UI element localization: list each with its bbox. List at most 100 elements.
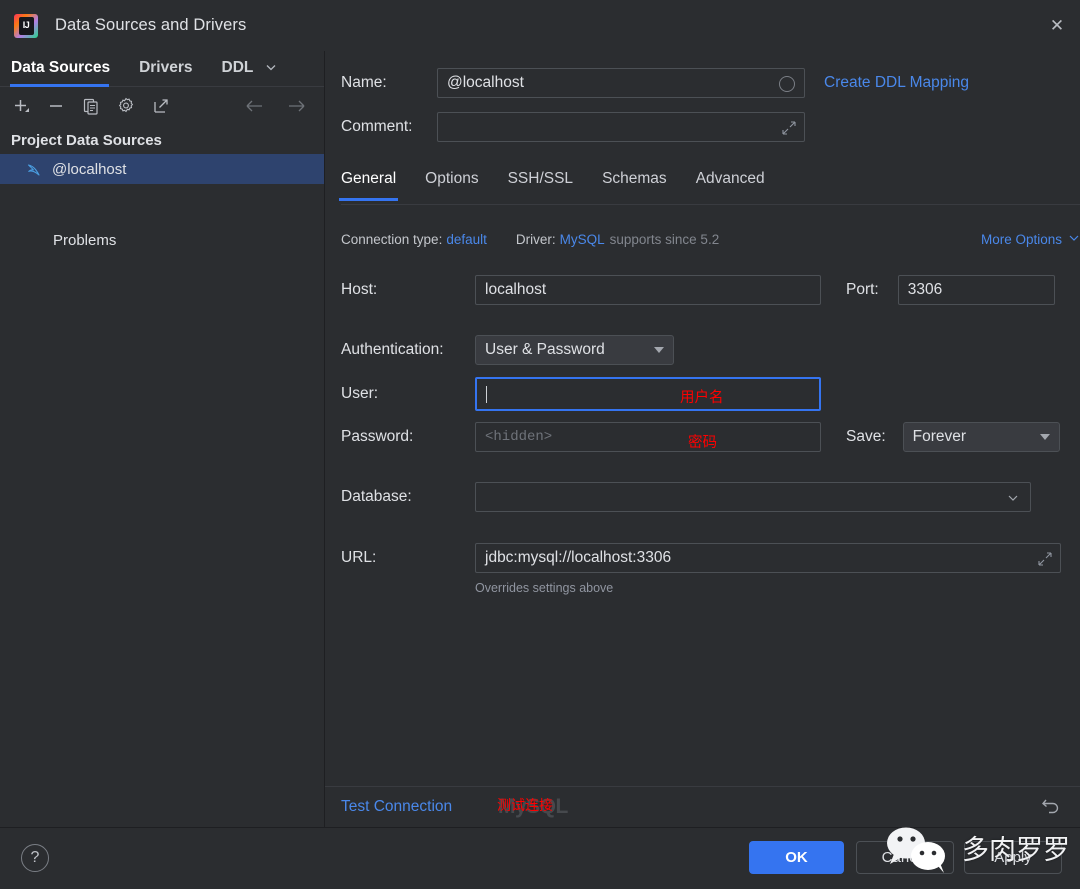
undo-arrow-icon[interactable] [1041,795,1063,820]
save-select-value: Forever [912,428,967,445]
external-link-icon[interactable] [150,95,172,117]
navigation-arrows [244,95,308,117]
sidebar-item-problems[interactable]: Problems [0,225,324,255]
password-input[interactable]: <hidden> [475,422,821,452]
more-options-button[interactable]: More Options [981,232,1080,247]
comment-row: Comment: [341,112,805,142]
host-input[interactable]: localhost [475,275,821,305]
chevron-down-icon[interactable] [264,60,278,86]
connection-type-label: Connection type: [341,232,443,247]
sidebar-tab-drivers[interactable]: Drivers [139,59,205,86]
driver-note: supports since 5.2 [609,232,720,247]
database-input[interactable] [475,482,1031,512]
authentication-select-value: User & Password [485,341,605,358]
question-mark-icon[interactable]: ? [21,844,49,872]
password-placeholder: <hidden> [485,429,553,445]
tab-advanced-label: Advanced [695,170,765,187]
intellij-idea-logo-icon: IJ [14,13,38,38]
save-select[interactable]: Forever [902,422,1060,452]
chevron-down-icon [654,347,664,353]
sidebar-toolbar [0,87,324,125]
port-label: Port: [846,281,879,298]
tab-advanced[interactable]: Advanced [696,168,765,200]
apply-button[interactable]: Apply [964,841,1062,874]
dialog-bottom-bar: ? OK Cancel Apply [0,827,1080,889]
arrow-left-icon[interactable] [244,95,266,117]
sidebar-tab-bar: Data Sources Drivers DDL [0,51,324,87]
port-input-value: 3306 [907,281,943,298]
title-bar: IJ Data Sources and Drivers ✕ [0,0,1080,51]
user-label: User: [341,385,379,402]
tab-general[interactable]: General [338,168,399,201]
chevron-down-icon [1039,434,1050,440]
sidebar-tab-data-sources-label: Data Sources [11,59,111,76]
sidebar-tab-ddl-label: DDL [221,59,254,76]
panel-footer: Test Connection [325,786,1080,827]
host-row: Host: localhost Port: 3306 [341,275,1055,305]
database-label: Database: [341,488,412,505]
annotation-password: 密码 [688,435,717,451]
ok-button[interactable]: OK [749,841,844,874]
tab-schemas[interactable]: Schemas [602,168,667,200]
data-sources-and-drivers-dialog: IJ Data Sources and Drivers ✕ Data Sourc… [0,0,1080,889]
test-connection-link[interactable]: Test Connection [341,798,452,816]
create-ddl-mapping-link[interactable]: Create DDL Mapping [824,74,969,92]
cancel-button[interactable]: Cancel [856,841,954,874]
sidebar-item-problems-label: Problems [53,231,117,249]
driver-label: Driver: [515,232,556,247]
url-input[interactable]: jdbc:mysql://localhost:3306 [475,543,1061,573]
name-label: Name: [341,74,387,91]
password-label: Password: [341,428,414,445]
name-row: Name: @localhost Create DDL Mapping [341,68,969,98]
mysql-dolphin-icon [26,161,43,178]
connection-info-row: Connection type: default Driver: MySQL s… [341,232,1080,247]
sidebar-tab-ddl[interactable]: DDL [222,59,262,86]
authentication-row: Authentication: User & Password [341,335,674,365]
sidebar-tab-drivers-label: Drivers [139,59,193,76]
gear-icon[interactable] [115,95,137,117]
sidebar-item-localhost[interactable]: @localhost [0,154,324,184]
name-input-value: @localhost [447,74,524,91]
comment-label: Comment: [341,118,413,135]
save-label: Save: [846,428,886,445]
sidebar-item-localhost-label: @localhost [52,160,127,178]
expand-icon[interactable] [782,121,796,140]
url-input-value: jdbc:mysql://localhost:3306 [485,549,672,566]
url-row: URL: jdbc:mysql://localhost:3306 [341,543,1061,573]
chevron-down-icon [1068,232,1080,247]
authentication-label: Authentication: [341,341,444,358]
name-input[interactable]: @localhost [437,68,805,98]
comment-input[interactable] [437,112,805,142]
url-note: Overrides settings above [475,581,614,595]
authentication-select[interactable]: User & Password [475,335,674,365]
tab-options[interactable]: Options [425,168,478,200]
url-label: URL: [341,549,377,566]
sidebar-section-title: Project Data Sources [11,132,162,149]
expand-icon[interactable] [1038,552,1052,571]
chevron-down-icon[interactable] [1006,491,1020,508]
minus-icon[interactable] [45,95,67,117]
driver-value[interactable]: MySQL [560,232,605,247]
connection-type-value[interactable]: default [446,232,487,247]
tab-ssh-ssl[interactable]: SSH/SSL [508,168,573,200]
user-row: User: [341,377,821,411]
tab-options-label: Options [425,170,479,187]
sidebar-tab-data-sources[interactable]: Data Sources [9,59,123,87]
tab-schemas-label: Schemas [602,170,667,187]
sidebar: Data Sources Drivers DDL Project Data So… [0,51,325,827]
text-caret [486,385,487,403]
host-label: Host: [341,281,378,298]
copy-icon[interactable] [80,95,102,117]
color-circle-icon[interactable] [779,76,795,92]
user-input[interactable] [475,377,821,411]
tab-general-label: General [341,170,397,187]
plus-dropdown-icon[interactable] [10,95,32,117]
close-icon[interactable]: ✕ [1034,0,1080,51]
database-row: Database: [341,482,1031,512]
more-options-label: More Options [980,232,1062,247]
annotation-username: 用户名 [680,390,724,406]
arrow-right-icon[interactable] [286,95,308,117]
tab-ssh-ssl-label: SSH/SSL [507,170,574,187]
port-input[interactable]: 3306 [897,275,1055,305]
settings-tab-bar: General Options SSH/SSL Schemas Advanced [338,168,1080,205]
